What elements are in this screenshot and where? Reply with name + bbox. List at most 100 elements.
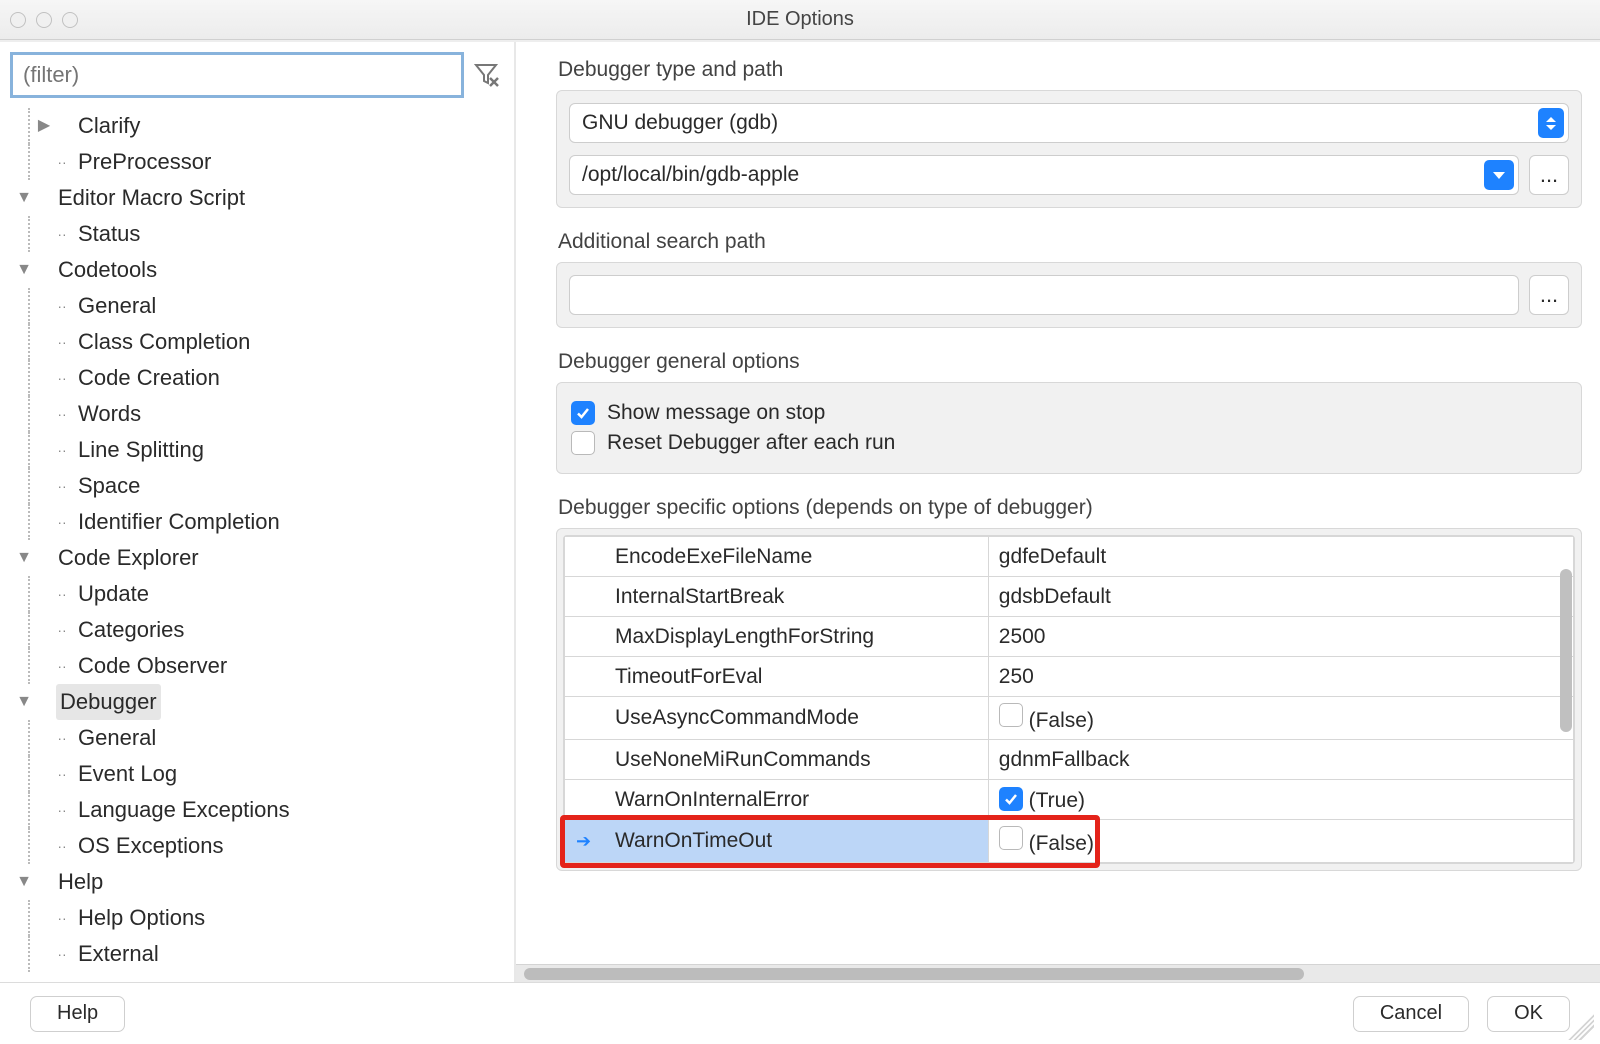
section-title-specific: Debugger specific options (depends on ty…: [558, 496, 1582, 520]
property-checkbox[interactable]: [999, 787, 1023, 811]
tree-branch-icon: ··: [54, 576, 70, 612]
show-message-label: Show message on stop: [607, 401, 825, 425]
property-row[interactable]: UseNoneMiRunCommandsgdnmFallback: [565, 740, 1574, 780]
tree-item[interactable]: ··Words: [10, 396, 508, 432]
tree-item[interactable]: ··General: [10, 720, 508, 756]
tree-item[interactable]: ▶Clarify: [10, 108, 508, 144]
right-pane: Debugger type and path GNU debugger (gdb…: [516, 42, 1600, 982]
property-value[interactable]: gdsbDefault: [988, 577, 1573, 617]
stepper-icon[interactable]: [1538, 108, 1564, 138]
left-pane: ▶Clarify··PreProcessor▼Editor Macro Scri…: [0, 42, 516, 982]
property-value[interactable]: (False): [988, 820, 1573, 863]
tree-item[interactable]: ··Identifier Completion: [10, 504, 508, 540]
tree-item[interactable]: ··Update: [10, 576, 508, 612]
property-checkbox[interactable]: [999, 703, 1023, 727]
window-minimize-icon[interactable]: [36, 12, 52, 28]
tree-branch-icon: ··: [54, 504, 70, 540]
property-key: InternalStartBreak: [565, 577, 989, 617]
tree-item[interactable]: ··Status: [10, 216, 508, 252]
chevron-down-icon[interactable]: ▼: [14, 180, 34, 216]
tree-item[interactable]: ··External: [10, 936, 508, 972]
section-title-general: Debugger general options: [558, 350, 1582, 374]
property-row[interactable]: EncodeExeFileNamegdfeDefault: [565, 537, 1574, 577]
property-value-text: (False): [1029, 832, 1094, 855]
ok-button[interactable]: OK: [1487, 996, 1570, 1032]
property-grid[interactable]: EncodeExeFileNamegdfeDefaultInternalStar…: [564, 536, 1574, 863]
tree-item[interactable]: ▼Help: [10, 864, 508, 900]
debugger-path-combo[interactable]: /opt/local/bin/gdb-apple: [569, 155, 1519, 195]
tree-item[interactable]: ··Categories: [10, 612, 508, 648]
property-value[interactable]: gdnmFallback: [988, 740, 1573, 780]
property-value[interactable]: 250: [988, 657, 1573, 697]
tree-item[interactable]: ▼ Code Explorer: [10, 540, 508, 576]
property-value[interactable]: (False): [988, 697, 1573, 740]
tree-item-label: External: [76, 936, 161, 972]
tree-item-label: Code Observer: [76, 648, 229, 684]
browse-search-button[interactable]: ...: [1529, 275, 1569, 315]
vertical-scrollbar[interactable]: [1560, 569, 1572, 733]
property-value[interactable]: 2500: [988, 617, 1573, 657]
chevron-down-icon[interactable]: ▼: [14, 684, 34, 720]
chevron-down-icon[interactable]: [1484, 160, 1514, 190]
debugger-type-select[interactable]: GNU debugger (gdb): [569, 103, 1569, 143]
chevron-down-icon[interactable]: ▼: [14, 864, 34, 900]
tree-item[interactable]: ··General: [10, 288, 508, 324]
chevron-right-icon[interactable]: ▶: [34, 108, 54, 144]
tree-branch-icon: ··: [54, 792, 70, 828]
options-tree[interactable]: ▶Clarify··PreProcessor▼Editor Macro Scri…: [0, 104, 514, 982]
tree-item-label: Status: [76, 216, 142, 252]
cancel-button[interactable]: Cancel: [1353, 996, 1469, 1032]
property-row[interactable]: WarnOnInternalError (True): [565, 780, 1574, 820]
window-close-icon[interactable]: [10, 12, 26, 28]
property-key: UseNoneMiRunCommands: [565, 740, 989, 780]
bottom-bar: Help Cancel OK: [0, 982, 1600, 1044]
reset-debugger-checkbox[interactable]: [571, 431, 595, 455]
property-key: WarnOnInternalError: [565, 780, 989, 820]
chevron-down-icon[interactable]: ▼: [14, 540, 34, 576]
tree-item[interactable]: ··OS Exceptions: [10, 828, 508, 864]
property-checkbox[interactable]: [999, 826, 1023, 850]
tree-branch-icon: ··: [54, 324, 70, 360]
tree-item[interactable]: ··Line Splitting: [10, 432, 508, 468]
chevron-down-icon[interactable]: ▼: [14, 252, 34, 288]
additional-search-input[interactable]: [569, 275, 1519, 315]
property-value[interactable]: gdfeDefault: [988, 537, 1573, 577]
tree-item-label: Editor Macro Script: [56, 180, 247, 216]
property-value[interactable]: (True): [988, 780, 1573, 820]
tree-item-label: Space: [76, 468, 142, 504]
property-key: UseAsyncCommandMode: [565, 697, 989, 740]
property-row[interactable]: TimeoutForEval250: [565, 657, 1574, 697]
horizontal-scrollbar[interactable]: [516, 964, 1600, 982]
tree-item[interactable]: ▼Codetools: [10, 252, 508, 288]
property-value-text: (True): [1029, 789, 1085, 812]
tree-branch-icon: ··: [54, 936, 70, 972]
tree-item[interactable]: ▼ Editor Macro Script: [10, 180, 508, 216]
tree-item[interactable]: ··Language Exceptions: [10, 792, 508, 828]
tree-item[interactable]: ▼ Debugger: [10, 684, 508, 720]
tree-item[interactable]: ··Event Log: [10, 756, 508, 792]
filter-input[interactable]: [10, 52, 464, 98]
tree-item[interactable]: ··Space: [10, 468, 508, 504]
tree-item-label: Line Splitting: [76, 432, 206, 468]
show-message-checkbox[interactable]: [571, 401, 595, 425]
section-typepath: GNU debugger (gdb) /opt/local/bin/gdb-ap…: [556, 90, 1582, 208]
tree-item[interactable]: ··Code Observer: [10, 648, 508, 684]
tree-branch-icon: ··: [54, 432, 70, 468]
resize-grip-icon[interactable]: [1568, 1014, 1594, 1040]
filter-clear-icon[interactable]: [470, 58, 504, 92]
tree-item[interactable]: ··Code Creation: [10, 360, 508, 396]
property-row[interactable]: WarnOnTimeOut (False): [565, 820, 1574, 863]
tree-item[interactable]: ··Help Options: [10, 900, 508, 936]
browse-path-button[interactable]: ...: [1529, 155, 1569, 195]
property-row[interactable]: UseAsyncCommandMode (False): [565, 697, 1574, 740]
tree-item-label: Code Explorer: [56, 540, 201, 576]
tree-item-label: Language Exceptions: [76, 792, 292, 828]
tree-item[interactable]: ··Class Completion: [10, 324, 508, 360]
tree-item[interactable]: ··PreProcessor: [10, 144, 508, 180]
help-button[interactable]: Help: [30, 996, 125, 1032]
tree-item-label: Identifier Completion: [76, 504, 282, 540]
tree-item-label: Debugger: [56, 684, 161, 720]
window-zoom-icon[interactable]: [62, 12, 78, 28]
property-row[interactable]: InternalStartBreakgdsbDefault: [565, 577, 1574, 617]
property-row[interactable]: MaxDisplayLengthForString2500: [565, 617, 1574, 657]
